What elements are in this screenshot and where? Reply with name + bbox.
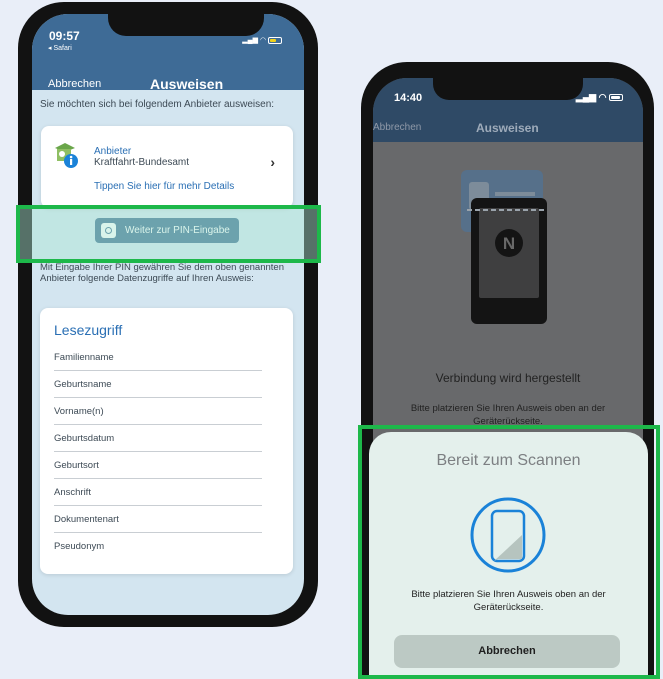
battery-icon xyxy=(609,94,623,102)
signal-icon: ▂▄▆ xyxy=(575,92,597,102)
provider-details-link[interactable]: Tippen Sie hier für mehr Details xyxy=(94,181,234,192)
highlight-scan-sheet xyxy=(358,425,660,679)
wifi-icon: ◠ xyxy=(598,92,607,102)
notch xyxy=(433,78,583,100)
page-title: Ausweisen xyxy=(476,121,539,135)
status-time: 09:57 xyxy=(49,29,80,43)
safari-back-link[interactable]: ◂ Safari xyxy=(48,44,72,52)
nfc-scan-illustration: N xyxy=(461,170,547,324)
signal-icon: ▂▄▆ xyxy=(242,37,258,44)
list-item: Dokumentenart xyxy=(54,506,262,533)
list-item: Familienname xyxy=(54,344,262,371)
status-icons: ▂▄▆ ◠ xyxy=(576,92,623,103)
svg-text:N: N xyxy=(503,234,515,253)
read-access-list: Familienname Geburtsname Vorname(n) Gebu… xyxy=(54,344,262,560)
list-item: Geburtsname xyxy=(54,371,262,398)
highlight-pin-button xyxy=(16,205,321,263)
wifi-icon: ◠ xyxy=(259,37,267,44)
list-item: Anschrift xyxy=(54,479,262,506)
read-access-title: Lesezugriff xyxy=(54,322,123,338)
access-info-text: Mit Eingabe Ihrer PIN gewähren Sie dem o… xyxy=(40,262,284,284)
status-time: 14:40 xyxy=(394,92,423,104)
connecting-text: Verbindung wird hergestellt xyxy=(435,371,581,385)
list-item: Pseudonym xyxy=(54,541,105,552)
battery-icon xyxy=(268,36,282,44)
cancel-button[interactable]: Abbrechen xyxy=(373,122,421,133)
chevron-right-icon: › xyxy=(270,154,275,170)
list-item: Vorname(n) xyxy=(54,398,262,425)
info-icon xyxy=(55,143,78,168)
list-item: Geburtsdatum xyxy=(54,425,262,452)
page-title: Ausweisen xyxy=(150,76,224,92)
list-item: Geburtsort xyxy=(54,452,262,479)
notch xyxy=(108,14,264,36)
provider-card[interactable]: Anbieter Kraftfahrt-Bundesamt Tippen Sie… xyxy=(41,126,293,208)
provider-name: Kraftfahrt-Bundesamt xyxy=(94,157,190,168)
read-access-card: Lesezugriff Familienname Geburtsname Vor… xyxy=(40,308,293,574)
provider-question: Sie möchten sich bei folgendem Anbieter … xyxy=(40,99,275,110)
status-icons: ▂▄▆ ◠ xyxy=(242,36,282,44)
provider-label: Anbieter xyxy=(94,146,132,157)
cancel-button[interactable]: Abbrechen xyxy=(48,78,101,90)
